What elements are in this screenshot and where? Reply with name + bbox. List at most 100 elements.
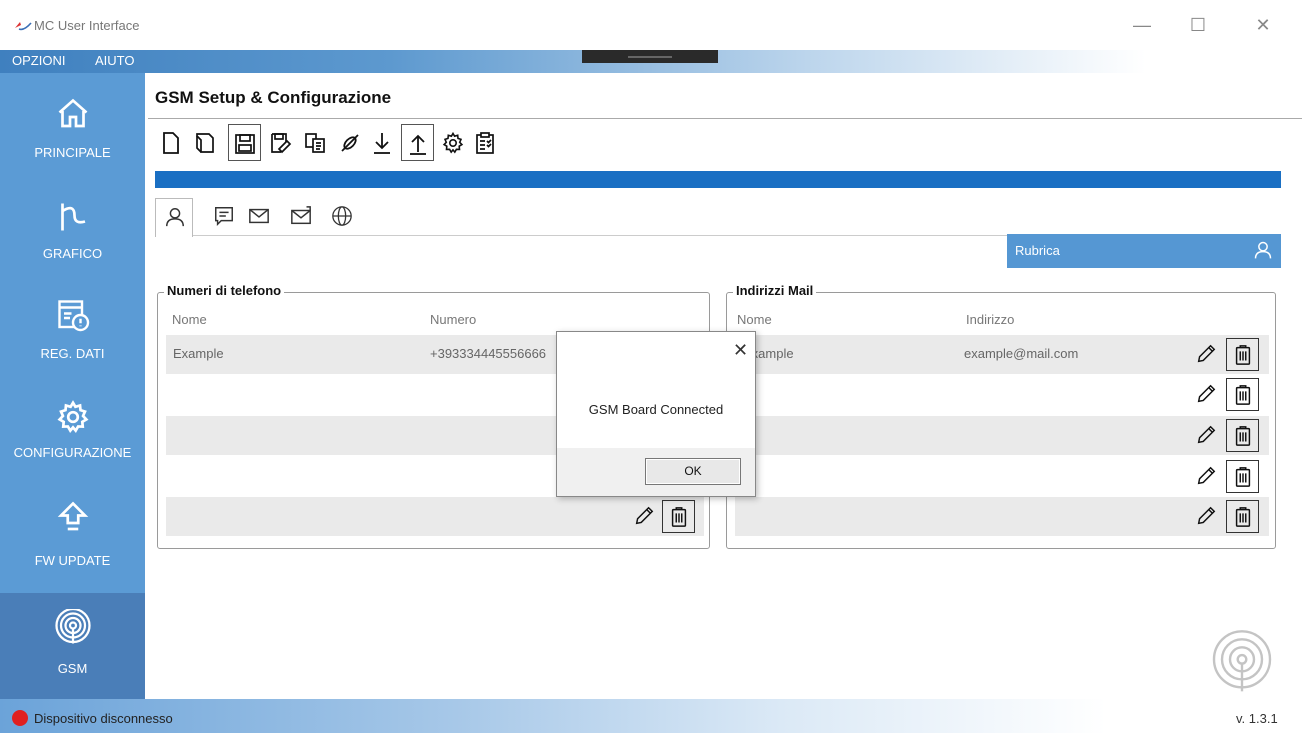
progress-strip [155, 171, 1281, 188]
sidebar-item-principale[interactable]: PRINCIPALE [0, 73, 145, 173]
page-title: GSM Setup & Configurazione [155, 88, 392, 107]
sidebar-item-gsm[interactable]: GSM [0, 593, 145, 699]
trash-icon [1235, 345, 1251, 365]
antenna-watermark-icon [1212, 630, 1272, 692]
group-title-mail: Indirizzi Mail [733, 283, 817, 298]
edit-button[interactable] [628, 500, 661, 533]
delete-button[interactable] [1226, 419, 1259, 452]
table-row[interactable] [735, 497, 1269, 536]
window-title: MC User Interface [34, 18, 140, 33]
mail-addresses-group: Indirizzi Mail Nome Indirizzo Example ex… [726, 283, 1276, 549]
maximize-button[interactable]: ☐ [1184, 14, 1212, 38]
trash-icon [1235, 467, 1251, 487]
envelope-edit-icon [291, 206, 311, 225]
antenna-icon [55, 609, 91, 644]
copy-button[interactable] [299, 124, 332, 161]
contact-name: Example [173, 346, 224, 361]
sidebar-label-gsm: GSM [57, 661, 88, 676]
dialog-close-button[interactable]: ✕ [733, 340, 748, 361]
app-window: MC User Interface — ☐ ✕ OPZIONI AIUTO PR… [0, 0, 1302, 733]
open-file-icon [196, 133, 214, 153]
upload-button[interactable] [401, 124, 434, 161]
clipboard-checklist-icon [476, 132, 494, 154]
close-window-button[interactable]: ✕ [1249, 14, 1277, 38]
minimize-button[interactable]: — [1128, 14, 1156, 38]
table-row[interactable] [735, 457, 1269, 496]
status-text: Dispositivo disconnesso [34, 711, 173, 726]
sidebar-label-configurazione: CONFIGURAZIONE [13, 445, 132, 460]
rubrica-label: Rubrica [1015, 243, 1060, 258]
menu-opzioni[interactable]: OPZIONI [12, 53, 65, 68]
column-header-indirizzo: Indirizzo [966, 312, 1015, 327]
sidebar-item-reg-dati[interactable]: REG. DATI [0, 273, 145, 373]
edit-button[interactable] [1190, 378, 1223, 411]
sidebar-item-grafico[interactable]: GRAFICO [0, 173, 145, 273]
title-bar: MC User Interface — ☐ ✕ [0, 0, 1302, 50]
status-bar: Dispositivo disconnesso v. 1.3.1 [0, 699, 1302, 733]
download-arrow-icon [374, 133, 390, 154]
column-header-numero: Numero [430, 312, 477, 327]
sidebar-item-fw-update[interactable]: FW UPDATE [0, 473, 145, 573]
delete-button[interactable] [662, 500, 695, 533]
save-as-button[interactable] [265, 124, 298, 161]
tab-mail[interactable] [240, 198, 278, 236]
table-row[interactable] [735, 416, 1269, 455]
disconnect-button[interactable] [334, 124, 367, 161]
title-divider [148, 118, 1302, 119]
column-header-nome: Nome [737, 312, 772, 327]
sidebar-label-grafico: GRAFICO [42, 246, 103, 261]
copy-icon [305, 133, 325, 153]
sidebar: PRINCIPALE GRAFICO REG. DATI CONFIGURAZI… [0, 73, 145, 699]
edit-button[interactable] [1190, 500, 1223, 533]
app-logo-icon [15, 22, 32, 31]
table-row[interactable] [166, 497, 704, 536]
checklist-button[interactable] [469, 124, 502, 161]
rubrica-header: Rubrica [1007, 234, 1281, 268]
contact-number: +393334445556666 [430, 346, 547, 361]
edit-button[interactable] [1190, 419, 1223, 452]
save-as-icon [271, 133, 292, 154]
chart-icon [61, 203, 86, 231]
tab-sms[interactable] [205, 198, 243, 236]
sidebar-label-reg-dati: REG. DATI [40, 346, 105, 361]
table-row[interactable] [735, 375, 1269, 414]
pencil-icon [1197, 344, 1216, 363]
delete-button[interactable] [1226, 338, 1259, 371]
table-row[interactable]: Example example@mail.com [735, 335, 1269, 374]
delete-button[interactable] [1226, 500, 1259, 533]
sidebar-item-configurazione[interactable]: CONFIGURAZIONE [0, 373, 145, 473]
delete-button[interactable] [1226, 460, 1259, 493]
delete-button[interactable] [1226, 378, 1259, 411]
tab-web[interactable] [323, 198, 361, 236]
version-label: v. 1.3.1 [1236, 711, 1278, 726]
connection-status-indicator [12, 710, 28, 726]
data-log-icon [58, 300, 90, 332]
new-file-icon [163, 132, 179, 154]
gear-icon [442, 131, 464, 154]
ok-button[interactable]: OK [645, 458, 741, 485]
edit-button[interactable] [1190, 338, 1223, 371]
drag-handle[interactable] [582, 50, 718, 63]
dialog-message: GSM Board Connected [588, 402, 724, 417]
menu-aiuto[interactable]: AIUTO [95, 53, 135, 68]
new-file-button[interactable] [155, 124, 188, 161]
trash-icon [1235, 385, 1251, 405]
save-button[interactable] [228, 124, 261, 161]
dialog-footer: OK [557, 448, 755, 496]
tab-contacts[interactable] [155, 198, 193, 237]
trash-icon [671, 507, 687, 527]
group-title-phone: Numeri di telefono [164, 283, 285, 298]
pencil-icon [635, 506, 654, 525]
tab-mail-config[interactable] [282, 198, 320, 236]
message-icon [215, 207, 233, 227]
save-icon [235, 134, 255, 154]
sidebar-label-principale: PRINCIPALE [34, 145, 111, 160]
edit-button[interactable] [1190, 460, 1223, 493]
sidebar-label-fw-update: FW UPDATE [34, 553, 111, 568]
settings-button[interactable] [437, 124, 470, 161]
person-icon [1254, 241, 1272, 259]
open-file-button[interactable] [189, 124, 222, 161]
pencil-icon [1197, 384, 1216, 403]
download-button[interactable] [366, 124, 399, 161]
pencil-icon [1197, 466, 1216, 485]
